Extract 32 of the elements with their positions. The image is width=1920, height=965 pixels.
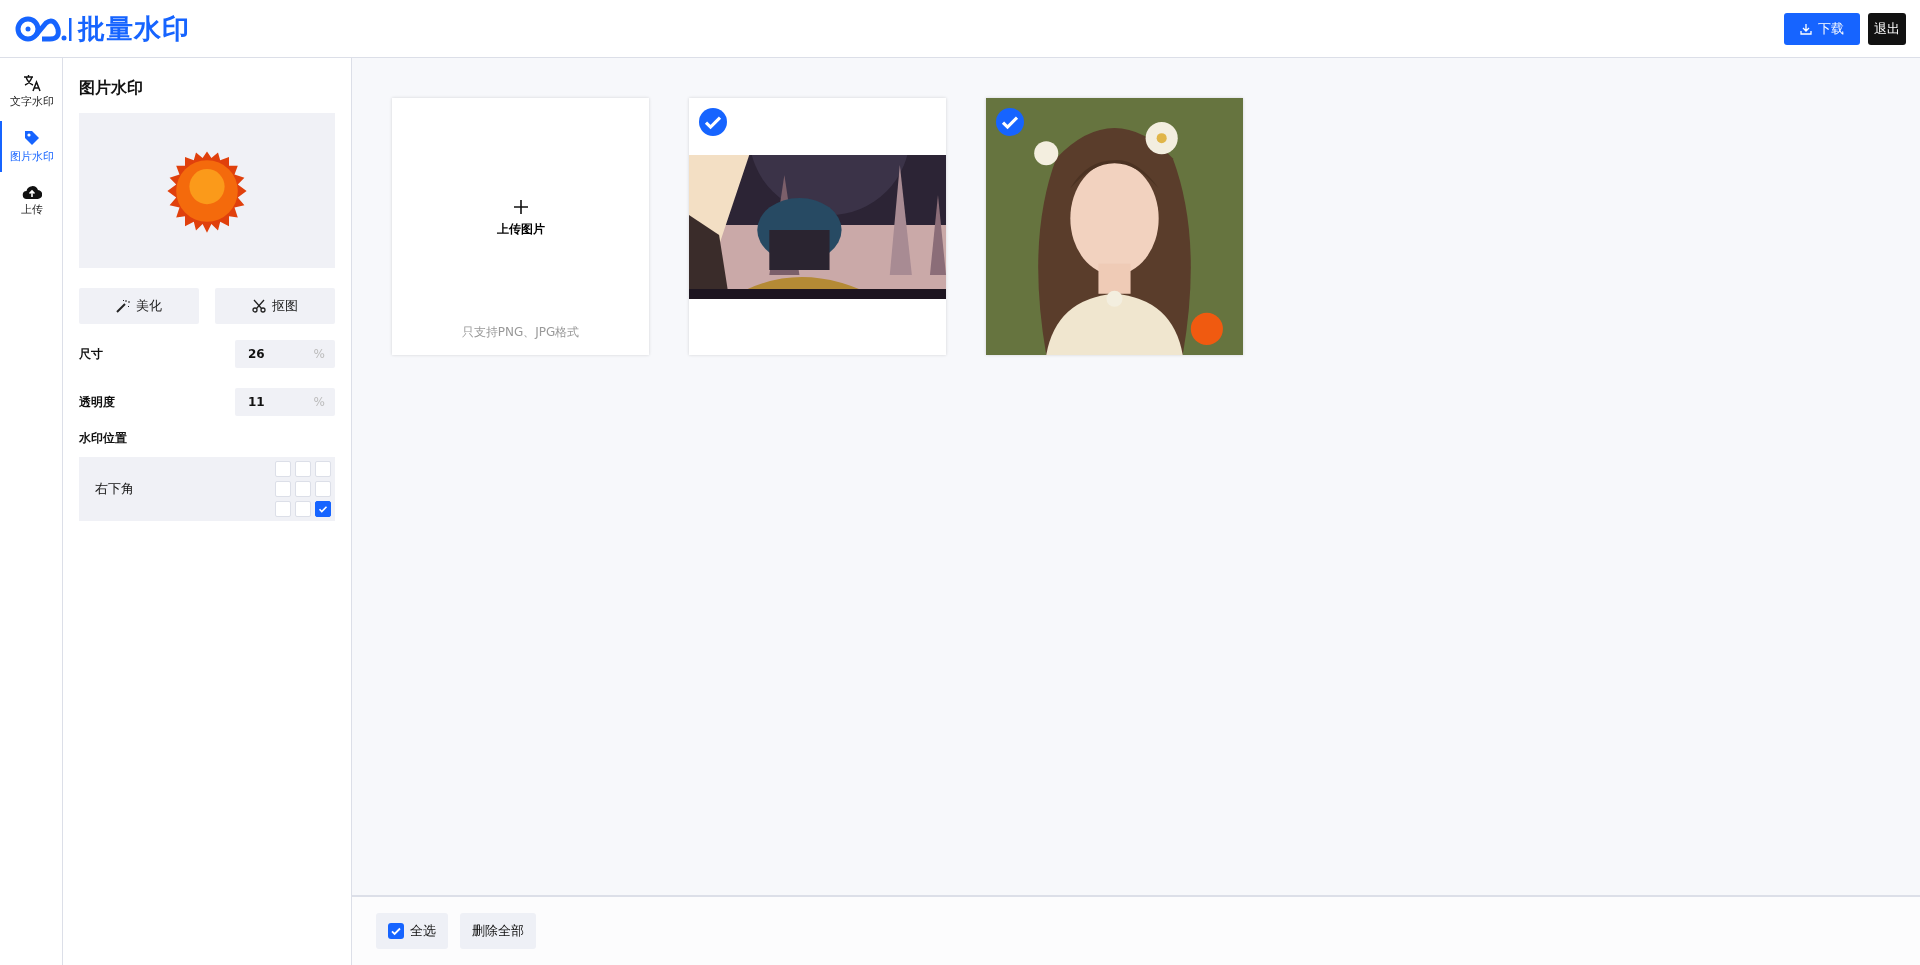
app-title: 批量水印	[78, 11, 190, 46]
sidebar-tab[interactable]: 图片水印	[0, 121, 62, 172]
checkbox[interactable]	[699, 108, 727, 136]
upload-label: 上传图片	[496, 221, 545, 238]
sidebar-tab[interactable]: 文字水印	[0, 66, 62, 117]
input-field[interactable]: 11 %	[235, 388, 335, 416]
magic-wand-icon	[116, 299, 130, 313]
sidebar-tab[interactable]: 上传	[0, 176, 62, 225]
cutout-button[interactable]: 抠图	[215, 288, 335, 324]
cloud-upload-icon	[22, 184, 42, 200]
translate-icon	[23, 74, 41, 92]
scissors-icon	[252, 299, 266, 313]
format-hint: 只支持PNG、JPG格式	[461, 324, 580, 341]
input-field[interactable]: 26 %	[235, 340, 335, 368]
image-card[interactable]	[689, 98, 946, 355]
position-value: 右下角	[95, 480, 134, 498]
section-label: 水印位置	[79, 430, 128, 447]
position-checkbox[interactable]	[315, 501, 331, 517]
plus-icon	[512, 199, 529, 215]
download-icon	[1800, 22, 1812, 35]
select-all-button[interactable]: 全选	[376, 913, 448, 949]
field-label: 尺寸	[79, 345, 103, 363]
delete-all-button[interactable]: 删除全部	[460, 913, 536, 949]
panel-title: 图片水印	[79, 78, 144, 99]
upload-card[interactable]: 上传图片 只支持PNG、JPG格式	[392, 98, 649, 355]
logo-icon	[14, 14, 72, 43]
download-button[interactable]: 下载	[1784, 12, 1860, 45]
logout-button[interactable]: 退出	[1868, 12, 1906, 45]
beautify-button[interactable]: 美化	[79, 288, 199, 324]
tag-icon	[23, 129, 41, 147]
checkbox[interactable]	[388, 923, 404, 939]
field-label: 透明度	[79, 393, 115, 411]
